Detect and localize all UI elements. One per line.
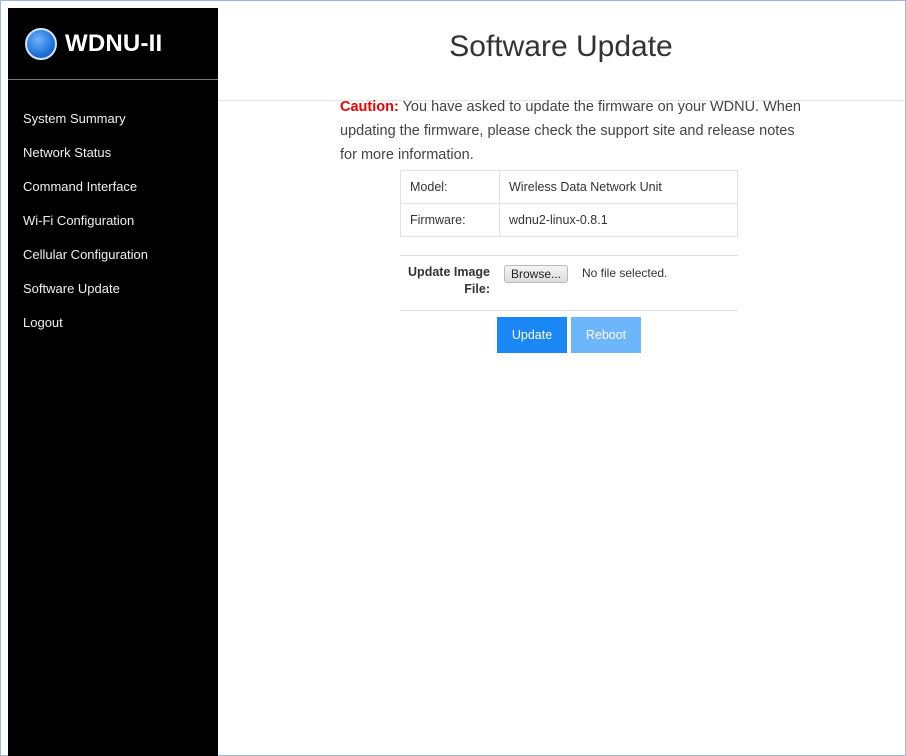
- brand[interactable]: WDNU-II: [8, 8, 218, 80]
- model-key: Model:: [400, 170, 500, 204]
- sidebar-item-wifi-configuration[interactable]: Wi-Fi Configuration: [8, 204, 218, 238]
- caution-label: Caution:: [340, 99, 399, 115]
- sidebar-item-software-update[interactable]: Software Update: [8, 272, 218, 306]
- table-row: Firmware: wdnu2-linux-0.8.1: [400, 203, 738, 237]
- sidebar-item-system-summary[interactable]: System Summary: [8, 102, 218, 136]
- sidebar-item-cellular-configuration[interactable]: Cellular Configuration: [8, 238, 218, 272]
- page-title: Software Update: [449, 30, 673, 63]
- sidebar-item-command-interface[interactable]: Command Interface: [8, 170, 218, 204]
- browse-button[interactable]: Browse...: [504, 265, 569, 283]
- caution-message: Caution: You have asked to update the fi…: [340, 95, 810, 167]
- sidebar-item-logout[interactable]: Logout: [8, 306, 218, 340]
- page-header: Software Update: [218, 8, 904, 101]
- reboot-button[interactable]: Reboot: [571, 317, 641, 353]
- firmware-value: wdnu2-linux-0.8.1: [499, 203, 738, 237]
- update-image-label: Update Image File:: [408, 265, 490, 296]
- device-info-table: Model: Wireless Data Network Unit Firmwa…: [400, 170, 738, 237]
- caution-text: You have asked to update the firmware on…: [340, 99, 801, 163]
- update-image-row: Update Image File: Browse... No file sel…: [400, 255, 738, 311]
- brand-title: WDNU-II: [65, 29, 163, 57]
- model-value: Wireless Data Network Unit: [499, 170, 738, 204]
- firmware-key: Firmware:: [400, 203, 500, 237]
- sidebar: WDNU-II System Summary Network Status Co…: [8, 8, 218, 756]
- ge-logo-icon: [25, 27, 57, 60]
- file-status-text: No file selected.: [582, 266, 668, 280]
- sidebar-nav: System Summary Network Status Command In…: [8, 80, 218, 340]
- update-button[interactable]: Update: [497, 317, 567, 353]
- table-row: Model: Wireless Data Network Unit: [400, 170, 738, 204]
- sidebar-item-network-status[interactable]: Network Status: [8, 136, 218, 170]
